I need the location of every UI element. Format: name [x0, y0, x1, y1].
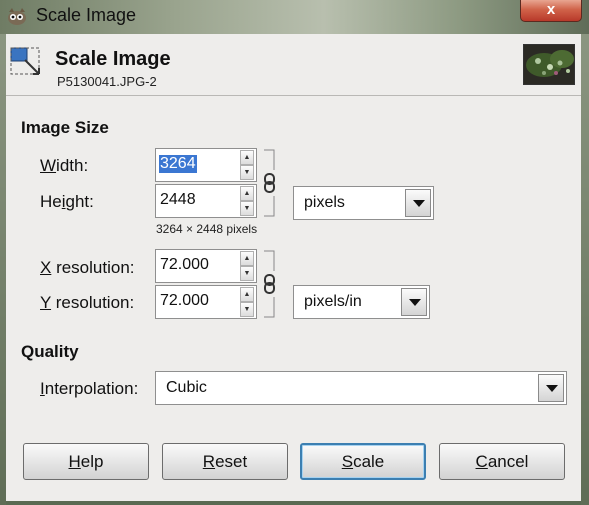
scale-button[interactable]: Scale [300, 443, 426, 480]
reset-button[interactable]: Reset [162, 443, 288, 480]
resolution-unit-select[interactable]: pixels/in [293, 285, 430, 319]
height-label: Height: [40, 192, 94, 211]
spin-up-arrow[interactable]: ▲ [240, 150, 254, 165]
dropdown-arrow-icon[interactable] [405, 189, 431, 217]
y-resolution-spinner[interactable]: ▲ ▼ [240, 287, 254, 317]
spin-up-arrow[interactable]: ▲ [240, 251, 254, 266]
y-resolution-input[interactable]: 72.000 ▲ ▼ [155, 285, 257, 319]
spin-down-arrow[interactable]: ▼ [240, 302, 254, 317]
scale-image-dialog: Scale Image P5130041.JPG-2 Image Size Wi… [6, 34, 581, 501]
spin-up-arrow[interactable]: ▲ [240, 287, 254, 302]
dialog-title: Scale Image [55, 48, 171, 70]
height-input[interactable]: 2448 ▲ ▼ [155, 184, 257, 218]
close-icon: x [546, 1, 556, 18]
interpolation-label: Interpolation: [40, 379, 139, 398]
dialog-header: Scale Image P5130041.JPG-2 [6, 34, 581, 96]
window-title: Scale Image [36, 5, 137, 25]
dropdown-arrow-icon[interactable] [538, 374, 564, 402]
help-button[interactable]: Help [23, 443, 149, 480]
gimp-icon [8, 8, 26, 25]
width-spinner[interactable]: ▲ ▼ [240, 150, 254, 180]
spin-down-arrow[interactable]: ▼ [240, 266, 254, 281]
interpolation-select[interactable]: Cubic [155, 371, 567, 405]
height-value: 2448 [160, 191, 196, 208]
quality-heading: Quality [21, 342, 79, 361]
x-resolution-input[interactable]: 72.000 ▲ ▼ [155, 249, 257, 283]
image-name: P5130041.JPG-2 [57, 74, 157, 89]
image-size-note: 3264 × 2448 pixels [156, 222, 258, 236]
chain-link-icon[interactable] [262, 148, 278, 218]
dropdown-arrow-icon[interactable] [401, 288, 427, 316]
y-resolution-value: 72.000 [160, 292, 209, 309]
size-unit-select[interactable]: pixels [293, 186, 434, 220]
window-frame-right [581, 34, 589, 505]
window-titlebar[interactable]: Scale Image x [0, 0, 589, 34]
cancel-button[interactable]: Cancel [439, 443, 565, 480]
width-input[interactable]: 3264 ▲ ▼ [155, 148, 257, 182]
x-resolution-label: X resolution: [40, 258, 135, 277]
x-resolution-value: 72.000 [160, 256, 209, 273]
scale-tool-icon [10, 47, 40, 75]
width-label: Width: [40, 156, 89, 175]
y-resolution-label: Y resolution: [40, 293, 135, 312]
spin-up-arrow[interactable]: ▲ [240, 186, 254, 201]
width-value: 3264 [159, 155, 197, 173]
x-resolution-spinner[interactable]: ▲ ▼ [240, 251, 254, 281]
image-thumbnail [523, 44, 575, 85]
chain-link-icon[interactable] [262, 249, 278, 319]
height-spinner[interactable]: ▲ ▼ [240, 186, 254, 216]
spin-down-arrow[interactable]: ▼ [240, 201, 254, 216]
spin-down-arrow[interactable]: ▼ [240, 165, 254, 180]
close-window-button[interactable]: x [520, 0, 582, 22]
image-size-heading: Image Size [21, 118, 109, 137]
